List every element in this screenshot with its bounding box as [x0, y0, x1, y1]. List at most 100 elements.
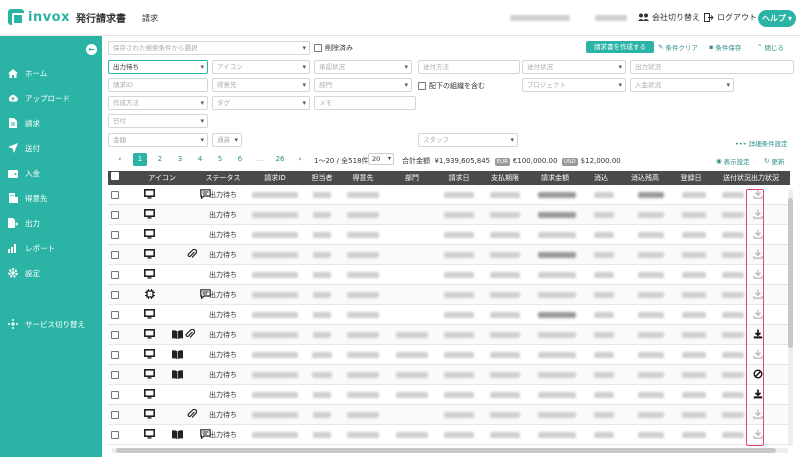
row-checkbox[interactable]: [111, 210, 119, 219]
memo-field[interactable]: メモ: [314, 96, 416, 110]
per-page-select[interactable]: 20: [368, 153, 394, 165]
sidebar-item-home[interactable]: ホーム: [0, 66, 102, 80]
status-select[interactable]: 出力待ち: [108, 60, 208, 74]
table-row[interactable]: 出力待ち: [108, 325, 790, 345]
monitor-icon[interactable]: [144, 389, 155, 400]
monitor-icon[interactable]: [144, 249, 155, 260]
col-icon[interactable]: アイコン: [122, 171, 202, 185]
row-select-cell[interactable]: [108, 425, 122, 445]
sidebar-item-invoice[interactable]: 請求: [0, 116, 102, 130]
row-checkbox[interactable]: [111, 330, 119, 339]
table-row[interactable]: 出力待ち: [108, 365, 790, 385]
monitor-icon[interactable]: [144, 189, 155, 200]
project-select[interactable]: プロジェクト: [522, 78, 626, 92]
paperclip-icon[interactable]: [186, 409, 197, 420]
row-select-cell[interactable]: [108, 305, 122, 325]
book-icon[interactable]: [172, 369, 183, 380]
deleted-checkbox[interactable]: 削除済み: [314, 43, 353, 53]
table-row[interactable]: 出力待ち: [108, 345, 790, 365]
creation-method-select[interactable]: 作成方法: [108, 96, 208, 110]
col-department[interactable]: 部門: [388, 171, 436, 185]
sidebar-item-output[interactable]: 出力: [0, 216, 102, 230]
row-checkbox[interactable]: [111, 410, 119, 419]
tag-select[interactable]: タグ: [212, 96, 310, 110]
row-checkbox[interactable]: [111, 350, 119, 359]
page-26[interactable]: 26: [270, 153, 290, 166]
page-6[interactable]: 6: [230, 153, 250, 166]
send-method-field[interactable]: 送付方法: [418, 60, 520, 74]
row-select-cell[interactable]: [108, 345, 122, 365]
page-4[interactable]: 4: [190, 153, 210, 166]
date-select[interactable]: 日付: [108, 114, 208, 128]
row-select-cell[interactable]: [108, 285, 122, 305]
next-page-icon[interactable]: ›: [290, 153, 310, 166]
chip-icon[interactable]: [144, 289, 155, 300]
col-owner[interactable]: 担当者: [306, 171, 338, 185]
sidebar-item-deposit[interactable]: 入金: [0, 166, 102, 180]
include-sub-org-checkbox[interactable]: 配下の組織を含む: [418, 81, 485, 91]
table-row[interactable]: 出力待ち: [108, 285, 790, 305]
monitor-icon[interactable]: [144, 229, 155, 240]
vertical-scrollbar[interactable]: [788, 190, 793, 446]
comment-icon[interactable]: [200, 429, 211, 440]
paperclip-icon[interactable]: [184, 329, 195, 340]
checkbox-box[interactable]: [314, 44, 322, 52]
app-logo[interactable]: invox 発行請求書: [8, 9, 126, 25]
amount-select[interactable]: 金額: [108, 133, 208, 147]
table-row[interactable]: 出力待ち: [108, 245, 790, 265]
sidebar-item-settings[interactable]: 設定: [0, 266, 102, 280]
clear-conditions-link[interactable]: ✎ 条件クリア: [658, 42, 698, 52]
scroll-thumb[interactable]: [116, 448, 776, 453]
table-row[interactable]: 出力待ち: [108, 205, 790, 225]
sidebar-item-send[interactable]: 送付: [0, 141, 102, 155]
customer-select[interactable]: 得意先: [212, 78, 310, 92]
saved-search-select[interactable]: 保存された検索条件から選択: [108, 41, 310, 55]
row-checkbox[interactable]: [111, 270, 119, 279]
select-all-checkbox[interactable]: [111, 172, 119, 180]
page-1[interactable]: 1: [133, 153, 147, 166]
select-all-cell[interactable]: [108, 171, 122, 185]
sidebar-item-customers[interactable]: 得意先: [0, 191, 102, 205]
horizontal-scrollbar[interactable]: [112, 448, 788, 453]
send-status-select[interactable]: 送付状況: [522, 60, 626, 74]
icon-select[interactable]: アイコン: [212, 60, 310, 74]
table-row[interactable]: 出力待ち: [108, 425, 790, 445]
page-2[interactable]: 2: [150, 153, 170, 166]
row-select-cell[interactable]: [108, 265, 122, 285]
monitor-icon[interactable]: [144, 329, 155, 340]
table-row[interactable]: 出力待ち: [108, 225, 790, 245]
row-checkbox[interactable]: [111, 310, 119, 319]
row-select-cell[interactable]: [108, 405, 122, 425]
col-amount[interactable]: 請求金額: [528, 171, 582, 185]
monitor-icon[interactable]: [144, 209, 155, 220]
col-status[interactable]: ステータス: [202, 171, 244, 185]
comment-icon[interactable]: [200, 189, 211, 200]
monitor-icon[interactable]: [144, 309, 155, 320]
table-row[interactable]: 出力待ち: [108, 265, 790, 285]
department-select[interactable]: 部門: [314, 78, 412, 92]
create-invoice-button[interactable]: 請求書を作成する: [586, 41, 654, 53]
table-row[interactable]: 出力待ち: [108, 385, 790, 405]
row-checkbox[interactable]: [111, 230, 119, 239]
monitor-icon[interactable]: [144, 349, 155, 360]
monitor-icon[interactable]: [144, 369, 155, 380]
invoice-id-field[interactable]: 請求ID: [108, 78, 208, 92]
col-invoice-id[interactable]: 請求ID: [244, 171, 306, 185]
display-settings-link[interactable]: ◉ 表示設定: [716, 156, 750, 166]
col-invoice-date[interactable]: 請求日: [436, 171, 482, 185]
collapse-sidebar-icon[interactable]: ←: [86, 44, 97, 55]
detail-settings-link[interactable]: ••• 詳細条件設定: [735, 138, 788, 148]
row-select-cell[interactable]: [108, 185, 122, 205]
row-select-cell[interactable]: [108, 365, 122, 385]
col-balance[interactable]: 消込残高: [620, 171, 670, 185]
refresh-link[interactable]: ↻ 更新: [764, 156, 784, 166]
table-row[interactable]: 出力待ち: [108, 405, 790, 425]
save-conditions-link[interactable]: ▪ 条件保存: [709, 42, 741, 52]
checkbox-box[interactable]: [418, 82, 426, 90]
monitor-icon[interactable]: [144, 409, 155, 420]
table-row[interactable]: 出力待ち: [108, 305, 790, 325]
col-customer[interactable]: 得意先: [338, 171, 388, 185]
prev-page-icon[interactable]: ‹: [110, 153, 130, 166]
table-row[interactable]: 出力待ち: [108, 185, 790, 205]
book-icon[interactable]: [172, 349, 183, 360]
